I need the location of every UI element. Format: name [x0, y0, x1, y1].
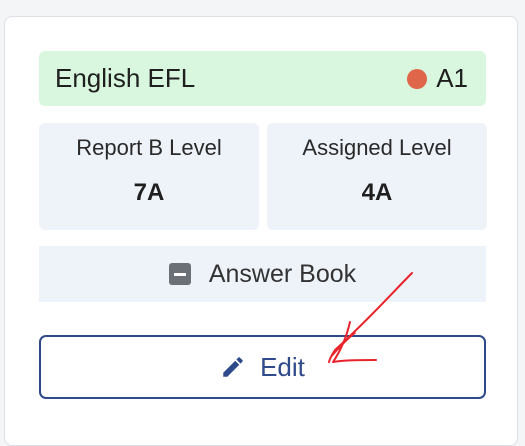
level-code: A1	[436, 63, 468, 93]
answer-book-toggle[interactable]: Answer Book	[39, 246, 486, 302]
subject-header: English EFL A1	[39, 51, 486, 106]
level-card: English EFL A1 Report B Level 7A Assigne…	[4, 16, 518, 446]
edit-button[interactable]: Edit	[39, 335, 486, 399]
pencil-icon	[223, 357, 243, 377]
report-level-value: 7A	[133, 179, 165, 206]
status-dot-icon	[407, 68, 428, 89]
edit-label: Edit	[260, 351, 305, 382]
minus-square-icon	[168, 263, 191, 285]
answer-book-label: Answer Book	[208, 259, 357, 288]
subject-name: English EFL	[55, 63, 196, 93]
level-indicator: A1	[407, 63, 468, 94]
assigned-level-box: Assigned Level 4A	[267, 123, 487, 230]
report-level-box: Report B Level 7A	[39, 123, 259, 230]
assigned-level-value: 4A	[361, 179, 393, 206]
assigned-level-label: Assigned Level	[302, 135, 452, 160]
report-level-label: Report B Level	[76, 135, 222, 160]
